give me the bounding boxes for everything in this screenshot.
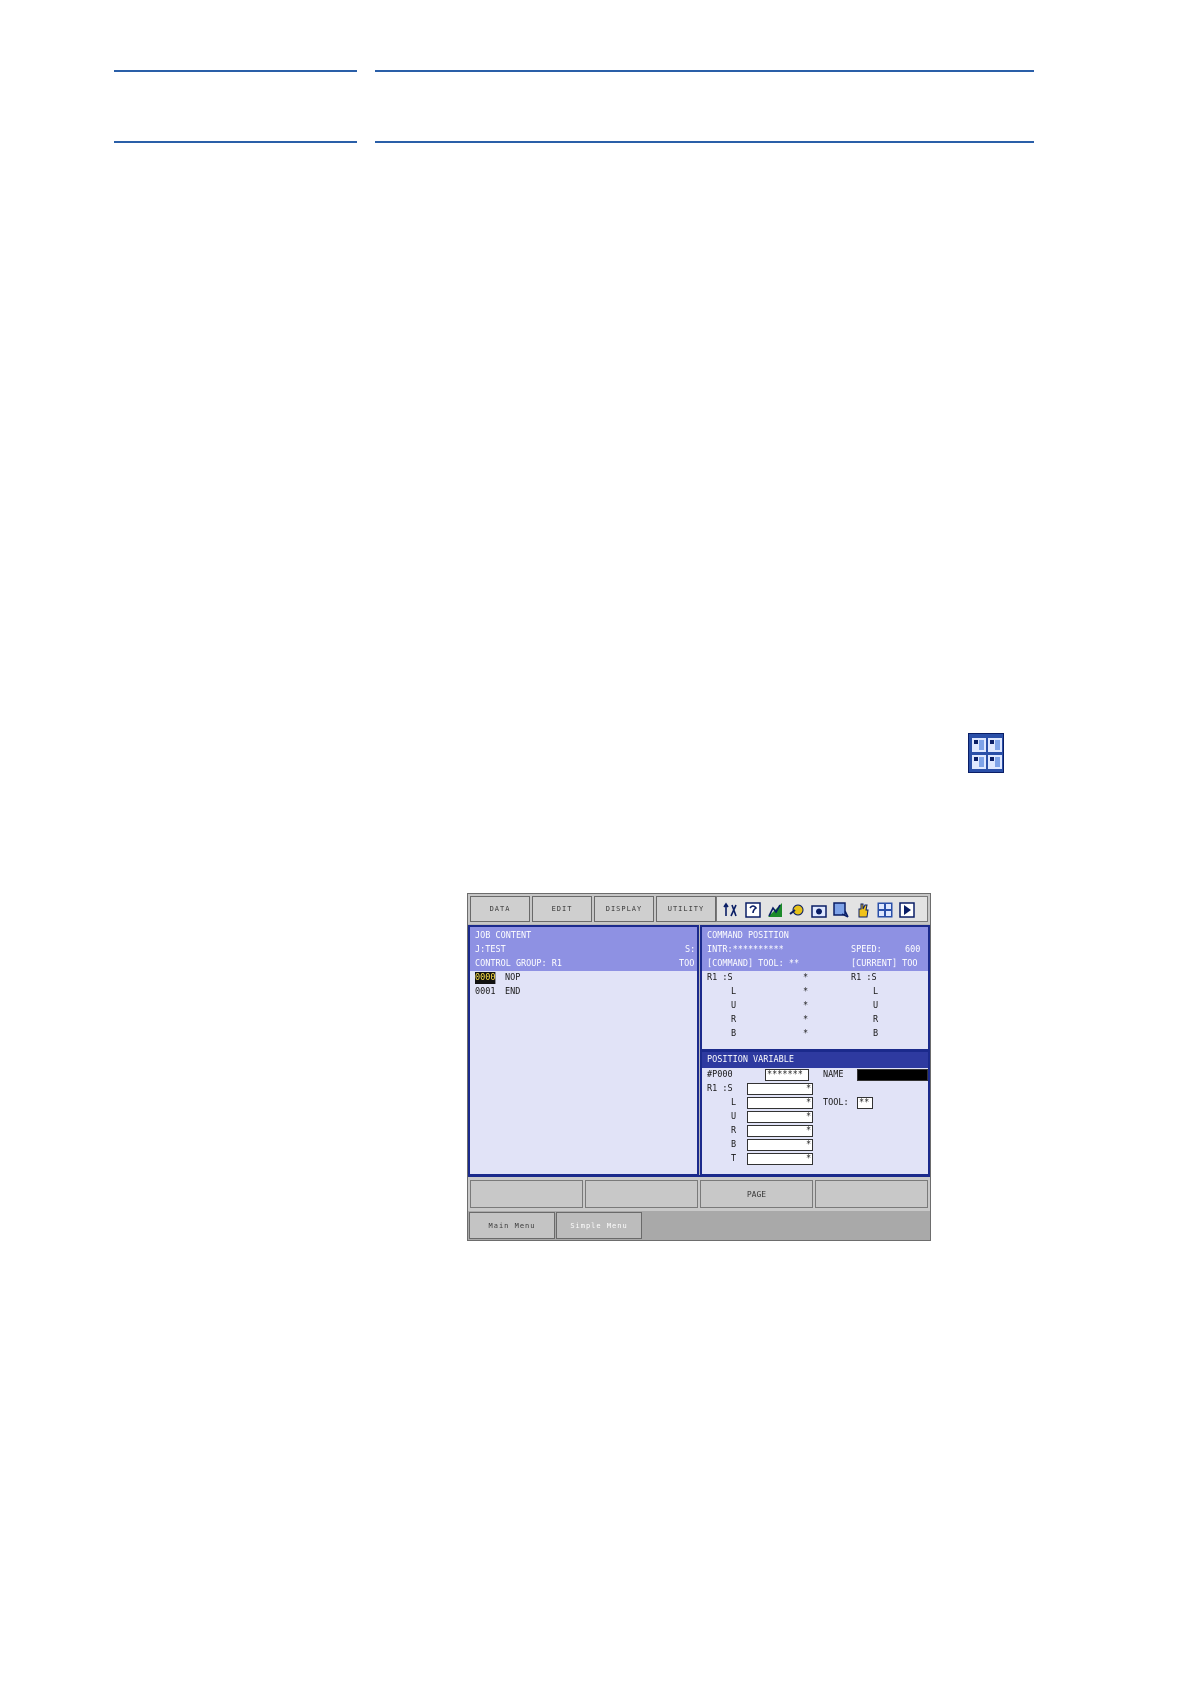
job-name: J:TEST: [475, 944, 506, 955]
command-value: *: [803, 972, 809, 983]
page-icon[interactable]: [833, 902, 849, 918]
variable-axis-label: L: [731, 1097, 737, 1108]
job-line-number[interactable]: 0001: [475, 986, 495, 998]
current-axis-label: L: [873, 986, 879, 997]
speed-icon[interactable]: [767, 902, 783, 918]
command-axis-label: B: [731, 1028, 737, 1039]
variable-value: *: [806, 1097, 812, 1108]
command-value: *: [803, 986, 809, 997]
menu-utility[interactable]: UTILITY: [656, 896, 716, 922]
multi-window-toolbar-icon[interactable]: [877, 902, 893, 918]
position-variable-panel: POSITION VARIABLE #P000 ******* NAME R1 …: [700, 1050, 930, 1176]
command-axis-label: L: [731, 986, 737, 997]
menu-bar: DATA EDIT DISPLAY UTILITY: [468, 894, 930, 924]
variable-value-field[interactable]: [747, 1083, 813, 1095]
hand-icon[interactable]: [855, 902, 871, 918]
control-group: CONTROL GROUP: R1: [475, 958, 563, 969]
current-axis-label: B: [873, 1028, 879, 1039]
function-key-4[interactable]: [815, 1180, 928, 1208]
command-position-title: COMMAND POSITION: [707, 930, 789, 941]
variable-value-field[interactable]: [747, 1125, 813, 1137]
menu-display[interactable]: DISPLAY: [594, 896, 654, 922]
menu-edit[interactable]: EDIT: [532, 896, 592, 922]
variable-number-value: *******: [767, 1069, 803, 1080]
variable-value: *: [806, 1083, 812, 1094]
current-group-axis: R1 :S: [851, 972, 877, 983]
camera-icon[interactable]: [811, 902, 827, 918]
command-position-panel: COMMAND POSITION INTR:********** SPEED: …: [700, 925, 930, 1051]
variable-axis-label: T: [731, 1153, 737, 1164]
job-content-panel: JOB CONTENT J:TEST CONTROL GROUP: R1 S: …: [468, 925, 699, 1176]
current-tool-label: [CURRENT] TOO: [851, 958, 918, 969]
variable-tool-value: **: [859, 1097, 870, 1108]
variable-value: *: [806, 1111, 812, 1122]
variable-axis-label: U: [731, 1111, 737, 1122]
variable-group-axis: R1 :S: [707, 1083, 733, 1094]
tool-label-truncated: TOO: [679, 958, 695, 969]
function-key-2[interactable]: [585, 1180, 698, 1208]
variable-axis-label: B: [731, 1139, 737, 1150]
job-line-instruction[interactable]: NOP: [505, 972, 520, 984]
header-rule-right-top: [375, 70, 1034, 72]
pendant-screen: DATA EDIT DISPLAY UTILITY JOB CONTENT J:…: [467, 893, 931, 1241]
variable-value: *: [806, 1139, 812, 1150]
main-menu-tab[interactable]: Main Menu: [469, 1212, 555, 1239]
function-key-bar: PAGE: [468, 1175, 930, 1211]
variable-value-field[interactable]: [747, 1097, 813, 1109]
header-rule-left-bottom: [114, 141, 357, 143]
variable-name-label: NAME: [823, 1069, 844, 1080]
job-content-title: JOB CONTENT: [475, 930, 532, 941]
speed-label: SPEED:: [851, 944, 882, 955]
variable-number: #P000: [707, 1069, 733, 1080]
page-button[interactable]: PAGE: [700, 1180, 813, 1208]
command-value: *: [803, 1014, 809, 1025]
command-value: *: [803, 1028, 809, 1039]
current-axis-label: R: [873, 1014, 879, 1025]
variable-value-field[interactable]: [747, 1153, 813, 1165]
job-line-instruction[interactable]: END: [505, 986, 520, 998]
command-group-axis: R1 :S: [707, 972, 733, 983]
header-rule-right-bottom: [375, 141, 1034, 143]
tool-icon[interactable]: [789, 902, 805, 918]
job-line-number[interactable]: 0000: [475, 972, 496, 984]
command-value: *: [803, 1000, 809, 1011]
simple-menu-tab[interactable]: Simple Menu: [556, 1212, 642, 1239]
play-icon[interactable]: [899, 902, 915, 918]
variable-tool-label: TOOL:: [823, 1097, 849, 1108]
variable-value-field[interactable]: [747, 1111, 813, 1123]
variable-axis-label: R: [731, 1125, 737, 1136]
menu-tab-bar: Main Menu Simple Menu: [468, 1211, 930, 1240]
status-icon-bar: [716, 896, 928, 922]
position-variable-title: POSITION VARIABLE: [707, 1054, 795, 1065]
speed-value: 600: [905, 944, 921, 955]
function-key-1[interactable]: [470, 1180, 583, 1208]
command-tool-label: [COMMAND] TOOL: **: [707, 958, 800, 969]
multi-window-icon: [968, 733, 1004, 773]
variable-value-field[interactable]: [747, 1139, 813, 1151]
coordinate-icon[interactable]: [723, 902, 739, 918]
step-label: S:: [685, 944, 696, 955]
interpolation-text: INTR:**********: [707, 944, 784, 955]
current-axis-label: U: [873, 1000, 879, 1011]
header-rule-left-top: [114, 70, 357, 72]
menu-data[interactable]: DATA: [470, 896, 530, 922]
variable-value: *: [806, 1153, 812, 1164]
help-icon[interactable]: [745, 902, 761, 918]
variable-name-field[interactable]: [857, 1069, 928, 1081]
command-axis-label: U: [731, 1000, 737, 1011]
command-axis-label: R: [731, 1014, 737, 1025]
variable-value: *: [806, 1125, 812, 1136]
